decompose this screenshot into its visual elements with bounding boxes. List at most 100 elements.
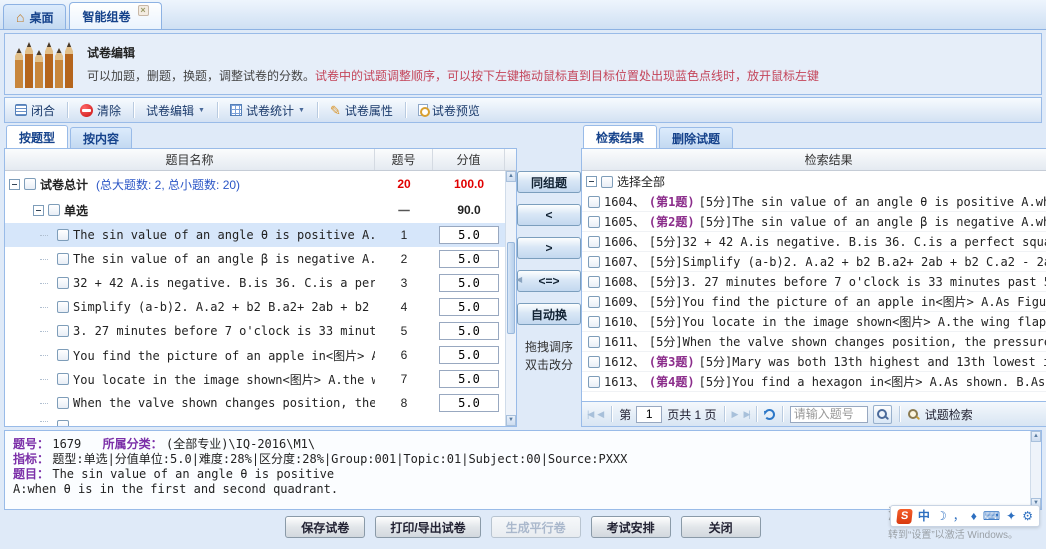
search-result-row[interactable]: 1612、(第3题)[5分]Mary was both 13th highest… [582, 352, 1046, 372]
close-icon[interactable]: × [138, 5, 149, 16]
row-checkbox[interactable] [588, 276, 600, 288]
search-result-row[interactable]: 1611、[5分]When the valve shown changes po… [582, 332, 1046, 352]
score-input[interactable] [439, 274, 499, 292]
row-checkbox[interactable] [588, 216, 600, 228]
next-page-icon[interactable]: ▶ [732, 409, 739, 420]
sogou-logo-icon[interactable]: S [896, 509, 913, 524]
table-row[interactable]: 32 + 42 A.is negative. B.is 36. C.is a p… [5, 271, 516, 295]
tab-paper-assembly[interactable]: 智能组卷 × [69, 2, 161, 29]
tree-collapse-icon[interactable] [33, 205, 44, 216]
clear-button[interactable]: 清除 [74, 100, 127, 121]
scrollbar-thumb[interactable] [507, 242, 515, 334]
first-page-icon[interactable]: |◀ [587, 409, 592, 420]
table-row[interactable]: Simplify (a-b)2. A.a2 + b2 B.a2+ 2ab + b… [5, 295, 516, 319]
prev-page-icon[interactable]: ◀ [597, 409, 604, 420]
search-result-row[interactable]: 1609、[5分]You find the picture of an appl… [582, 292, 1046, 312]
scroll-up-icon[interactable]: ▲ [1031, 431, 1041, 442]
tab-desktop[interactable]: ⌂ 桌面 [3, 4, 66, 29]
table-row[interactable]: You find the picture of an apple in<图片> … [5, 343, 516, 367]
table-row[interactable]: The sin value of an angle β is negative … [5, 247, 516, 271]
search-button[interactable] [873, 405, 892, 424]
row-checkbox[interactable] [588, 356, 600, 368]
score-input[interactable] [439, 226, 499, 244]
score-input[interactable] [439, 322, 499, 340]
table-row[interactable]: You locate in the image shown<图片> A.the … [5, 367, 516, 391]
row-checkbox[interactable] [588, 376, 600, 388]
paper-total-row[interactable]: 试卷总计 (总大题数: 2, 总小题数: 20) 20 100.0 [5, 171, 516, 197]
keyboard-icon[interactable]: ⌨ [983, 510, 1000, 522]
footer-button[interactable]: 保存试卷 [285, 516, 365, 538]
column-score[interactable]: 分值 [433, 149, 505, 170]
row-checkbox[interactable] [57, 277, 69, 289]
paper-edit-menu-button[interactable]: 试卷编辑 ▼ [140, 100, 211, 121]
score-input[interactable] [439, 250, 499, 268]
scroll-up-icon[interactable]: ▲ [506, 171, 516, 182]
score-input[interactable] [439, 298, 499, 316]
table-row[interactable]: The sin value of an angle θ is positive … [5, 223, 516, 247]
half-moon-icon[interactable]: ☽ [936, 510, 947, 522]
tree-collapse-icon[interactable] [9, 179, 20, 190]
paper-properties-button[interactable]: ✎ 试卷属性 [324, 100, 399, 121]
row-checkbox[interactable] [48, 204, 60, 216]
row-checkbox[interactable] [588, 336, 600, 348]
move-left-button[interactable]: < [517, 204, 581, 226]
search-result-row[interactable]: 1608、[5分]3. 27 minutes before 7 o'clock … [582, 272, 1046, 292]
tab-by-content[interactable]: 按内容 [70, 127, 132, 148]
toolbox-icon[interactable]: ⚙ [1022, 510, 1033, 522]
auto-replace-button[interactable]: 自动换 [517, 303, 581, 325]
score-input[interactable] [439, 394, 499, 412]
question-search-link[interactable]: 试题检索 [925, 406, 973, 423]
search-result-row[interactable]: 1613、(第4题)[5分]You find a hexagon in<图片> … [582, 372, 1046, 392]
footer-button[interactable]: 考试安排 [591, 516, 671, 538]
paper-stats-menu-button[interactable]: 试卷统计 ▼ [224, 100, 311, 121]
column-search-results[interactable]: 检索结果 [582, 149, 1046, 170]
score-input[interactable] [439, 346, 499, 364]
row-checkbox[interactable] [588, 316, 600, 328]
search-result-row[interactable]: 1607、[5分]Simplify (a-b)2. A.a2 + b2 B.a2… [582, 252, 1046, 272]
chinese-mode-icon[interactable]: 中 [918, 510, 930, 522]
last-page-icon[interactable]: ▶| [743, 409, 748, 420]
page-number-input[interactable] [636, 406, 662, 423]
microphone-icon[interactable]: ♦ [971, 510, 977, 522]
panel-collapse-handle[interactable]: ◀ [516, 275, 522, 284]
row-checkbox[interactable] [588, 196, 600, 208]
column-title[interactable]: 题目名称 [5, 149, 375, 170]
paper-preview-button[interactable]: 试卷预览 [412, 100, 486, 121]
punctuation-icon[interactable]: ， [953, 510, 965, 522]
same-group-button[interactable]: 同组题 [517, 171, 581, 193]
row-checkbox[interactable] [57, 325, 69, 337]
row-checkbox[interactable] [57, 373, 69, 385]
scroll-down-icon[interactable]: ▼ [506, 415, 516, 426]
select-all-checkbox[interactable] [601, 176, 613, 188]
refresh-icon[interactable] [764, 409, 775, 420]
question-number-input[interactable] [790, 406, 868, 423]
column-number[interactable]: 题号 [375, 149, 433, 170]
search-result-row[interactable]: 1605、(第2题)[5分]The sin value of an angle … [582, 212, 1046, 232]
question-group-row[interactable]: 单选 一 90.0 [5, 197, 516, 223]
search-result-row[interactable]: 1610、[5分]You locate in the image shown<图… [582, 312, 1046, 332]
collapse-button[interactable]: 闭合 [9, 100, 61, 121]
row-checkbox[interactable] [57, 253, 69, 265]
row-checkbox[interactable] [588, 236, 600, 248]
footer-button[interactable]: 关闭 [681, 516, 761, 538]
table-row[interactable]: 3. 27 minutes before 7 o'clock is 33 min… [5, 319, 516, 343]
move-right-button[interactable]: > [517, 237, 581, 259]
row-checkbox[interactable] [57, 301, 69, 313]
select-all-row[interactable]: 选择全部 [582, 171, 1046, 192]
skin-icon[interactable]: ✦ [1006, 510, 1016, 522]
search-result-row[interactable]: 1606、[5分]32 + 42 A.is negative. B.is 36.… [582, 232, 1046, 252]
table-row[interactable]: When the valve shown changes position, t… [5, 391, 516, 415]
row-checkbox[interactable] [588, 256, 600, 268]
row-checkbox[interactable] [57, 349, 69, 361]
footer-button[interactable]: 打印/导出试卷 [375, 516, 480, 538]
tab-search-results[interactable]: 检索结果 [583, 125, 657, 148]
search-result-row[interactable]: 1604、(第1题)[5分]The sin value of an angle … [582, 192, 1046, 212]
swap-button[interactable]: <=> [517, 270, 581, 292]
row-checkbox[interactable] [57, 397, 69, 409]
row-checkbox[interactable] [588, 296, 600, 308]
row-checkbox[interactable] [24, 178, 36, 190]
tab-by-question-type[interactable]: 按题型 [6, 125, 68, 148]
tab-deleted-questions[interactable]: 删除试题 [659, 127, 733, 148]
tree-collapse-icon[interactable] [586, 176, 597, 187]
row-checkbox[interactable] [57, 229, 69, 241]
